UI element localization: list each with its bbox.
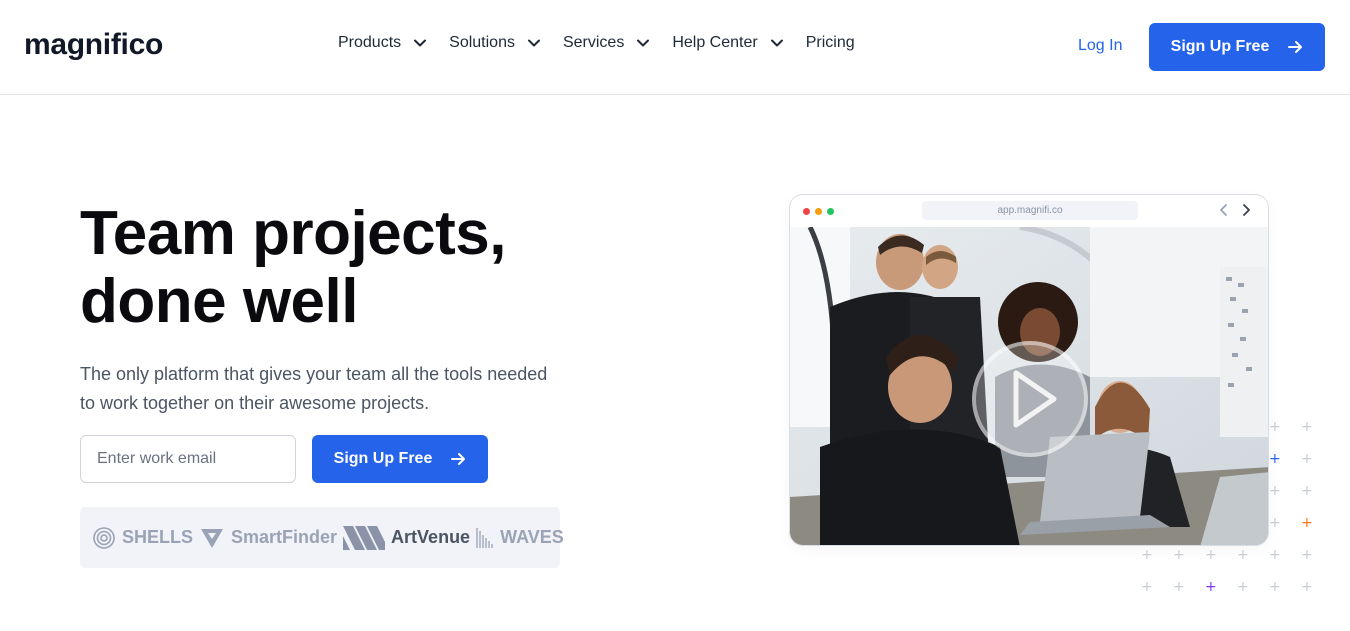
chevron-left-icon [1220,204,1227,216]
smartfinder-icon [201,528,224,548]
plus-decoration: + [1173,547,1185,563]
chevron-down-icon [527,39,540,47]
plus-decoration: + [1269,547,1281,563]
logo[interactable]: magnifico [24,28,163,62]
plus-decoration: + [1237,547,1249,563]
plus-decoration: + [1269,483,1281,499]
nav-item-label: Help Center [672,34,758,51]
signup-label: Sign Up Free [333,450,433,467]
hero-signup-button[interactable]: Sign Up Free [312,435,488,483]
browser-mockup: app.magnifi.co [789,194,1269,546]
email-input[interactable] [80,435,296,483]
nav-item-products[interactable]: Products [338,34,427,52]
chevron-down-icon [637,39,650,47]
nav-item-services[interactable]: Services [563,34,650,52]
header-signup-button[interactable]: Sign Up Free [1149,23,1325,71]
plus-decoration: + [1301,515,1313,531]
brand-artvenue: ArtVenue [343,525,471,550]
brand-shells: SHELLS [92,526,193,550]
plus-decoration: + [1141,579,1153,595]
plus-decoration: + [1141,547,1153,563]
hero-title-line2: done well [80,267,358,336]
minimize-dot-icon [815,208,822,215]
plus-decoration: + [1205,579,1217,595]
arrow-right-icon [1288,41,1303,53]
nav-item-label: Services [562,34,625,51]
plus-decoration: + [1301,419,1313,435]
play-button[interactable] [972,341,1088,457]
chevron-right-icon [1243,204,1250,216]
brand-name: WAVES [500,527,564,547]
site-header: magnifico Products Solutions Services He… [0,0,1350,95]
brand-name: ArtVenue [391,527,471,547]
brand-waves: WAVES [476,526,564,550]
plus-decoration: + [1301,483,1313,499]
nav-item-solutions[interactable]: Solutions [449,34,541,52]
partner-logos: SHELLS SmartFinder ArtVenue WAVES [80,507,564,568]
nav-item-pricing[interactable]: Pricing [806,34,855,52]
shell-icon [93,526,115,549]
artvenue-icon [343,525,386,550]
brand-name: SmartFinder [231,527,338,547]
close-dot-icon [803,208,810,215]
hero-title-line1: Team projects, [80,199,507,268]
main-nav: Products Solutions Services Help Center … [338,34,877,52]
login-link[interactable]: Log In [1078,37,1122,55]
nav-item-label: Pricing [805,34,855,51]
hero-title: Team projects, done well [80,199,507,336]
nav-item-label: Solutions [449,34,515,51]
signup-label: Sign Up Free [1170,38,1270,55]
team-photo [790,227,1268,545]
chevron-down-icon [770,39,783,47]
waves-icon [476,527,493,548]
plus-decoration: + [1173,579,1185,595]
plus-decoration: + [1205,547,1217,563]
plus-decoration: + [1237,579,1249,595]
plus-decoration: + [1301,547,1313,563]
plus-decoration: + [1269,419,1281,435]
url-bar: app.magnifi.co [922,201,1138,220]
brand-name: SHELLS [122,527,194,547]
maximize-dot-icon [827,208,834,215]
nav-item-help-center[interactable]: Help Center [672,34,783,52]
browser-toolbar: app.magnifi.co [790,195,1268,227]
plus-decoration: + [1269,451,1281,467]
brand-smartfinder: SmartFinder [199,526,337,550]
plus-decoration: + [1269,515,1281,531]
plus-decoration: + [1301,451,1313,467]
hero-subtitle: The only platform that gives your team a… [80,364,548,413]
plus-decoration: + [1301,579,1313,595]
plus-decoration: + [1269,579,1281,595]
chevron-down-icon [414,39,427,47]
play-icon [1013,370,1057,428]
arrow-right-icon [451,453,466,465]
nav-item-label: Products [338,34,402,51]
